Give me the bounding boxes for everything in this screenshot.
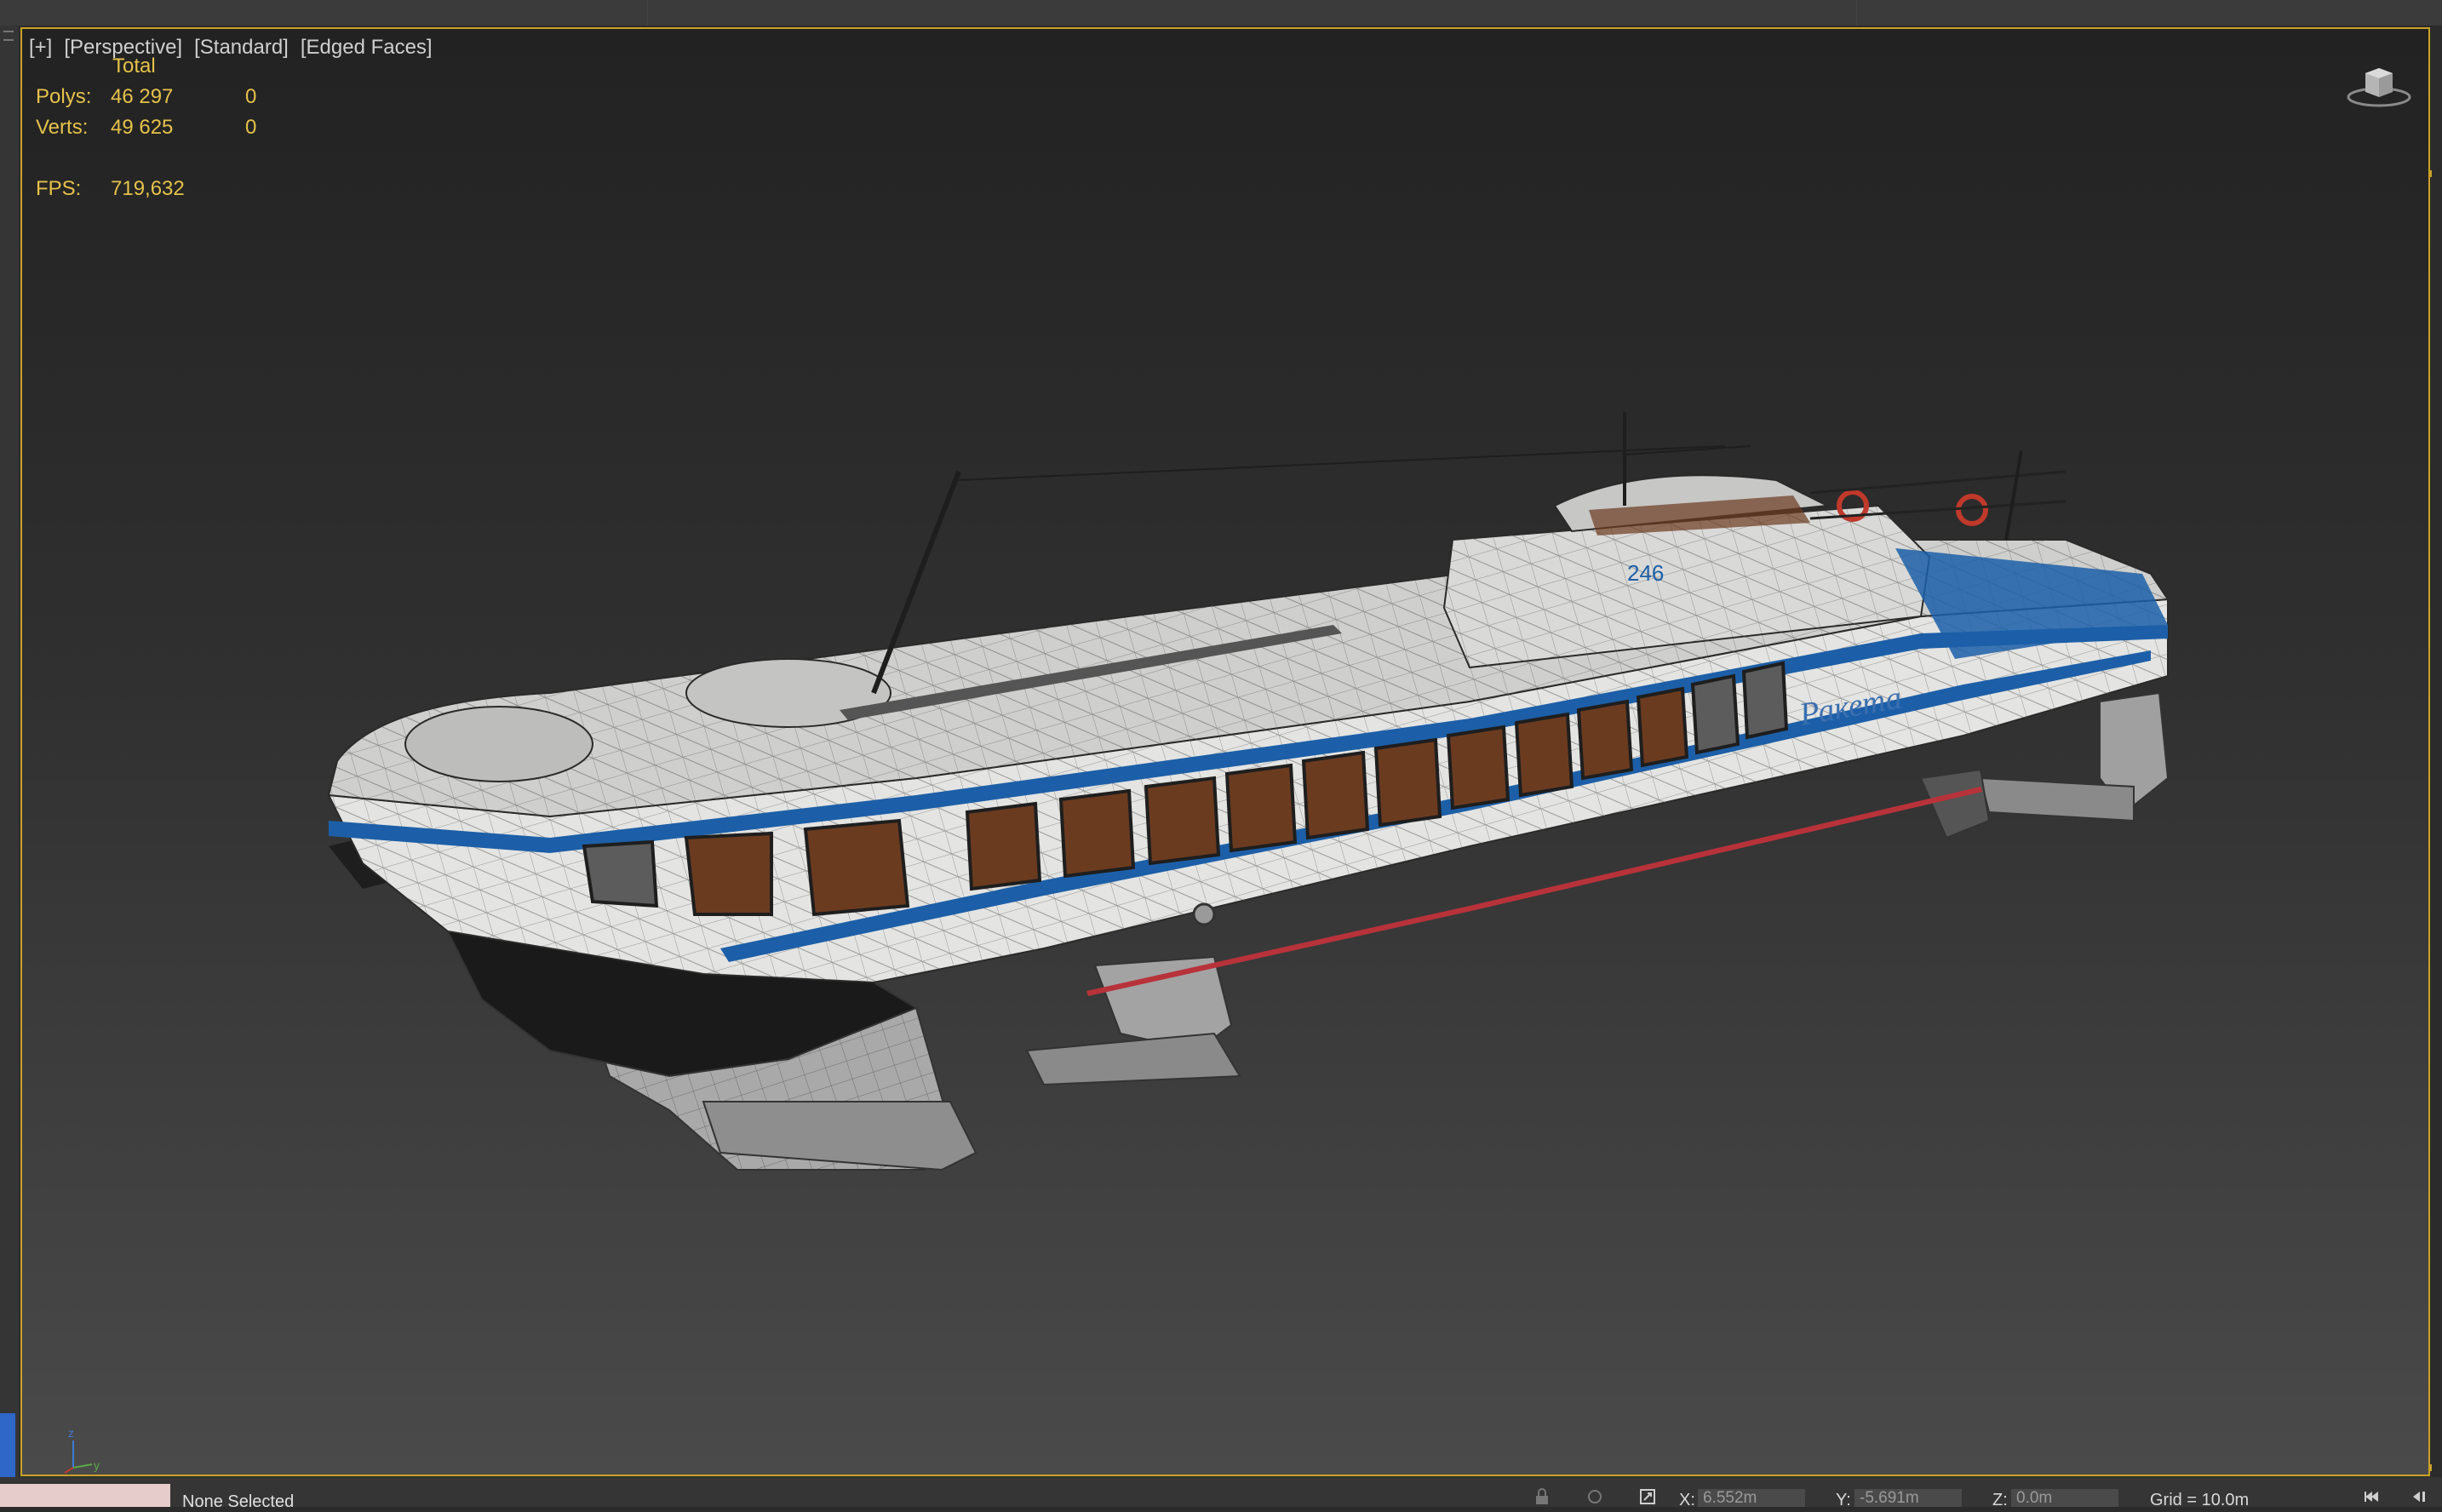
x-coordinate-field[interactable]: 6.552m: [1698, 1489, 1805, 1507]
toolbar-segment: [647, 0, 1857, 26]
perspective-viewport[interactable]: [+] [Perspective] [Standard] [Edged Faces] …: [20, 27, 2430, 1476]
lock-icon[interactable]: [1533, 1487, 1551, 1506]
top-toolbar: [0, 0, 2442, 26]
panel-grip-icon[interactable]: [3, 31, 14, 41]
bridge-number: 246: [1627, 560, 1664, 586]
maxscript-listener[interactable]: [0, 1484, 170, 1507]
axis-tripod-icon: z y: [64, 1426, 100, 1474]
selection-lock-icon[interactable]: [1585, 1487, 1604, 1506]
marker-icon: [2430, 1464, 2439, 1471]
lifebuoy-icon: [1956, 494, 1988, 526]
left-panel-strip: [0, 26, 19, 1498]
z-label: Z:: [1992, 1491, 2008, 1509]
svg-text:z: z: [68, 1426, 74, 1440]
status-bar: None Selected X: 6.552m Y: -5.691m Z: 0.…: [0, 1477, 2442, 1511]
grid-size: Grid = 10.0m: [2150, 1491, 2250, 1509]
absolute-mode-icon[interactable]: [1638, 1487, 1657, 1506]
marker-icon: [2430, 170, 2439, 177]
play-icon[interactable]: [2410, 1487, 2428, 1506]
x-label: X:: [1679, 1491, 1695, 1509]
porthole-icon: [1192, 902, 1216, 926]
y-label: Y:: [1836, 1491, 1851, 1509]
hydrofoil-model[interactable]: 246 Ракета: [22, 29, 2428, 1475]
z-coordinate-field[interactable]: 0.0m: [2011, 1489, 2118, 1507]
go-to-start-icon[interactable]: [2362, 1487, 2381, 1506]
y-coordinate-field[interactable]: -5.691m: [1854, 1489, 1962, 1507]
toolbar-segment: [0, 0, 648, 26]
svg-text:y: y: [94, 1458, 100, 1472]
selection-status: None Selected: [182, 1492, 295, 1511]
